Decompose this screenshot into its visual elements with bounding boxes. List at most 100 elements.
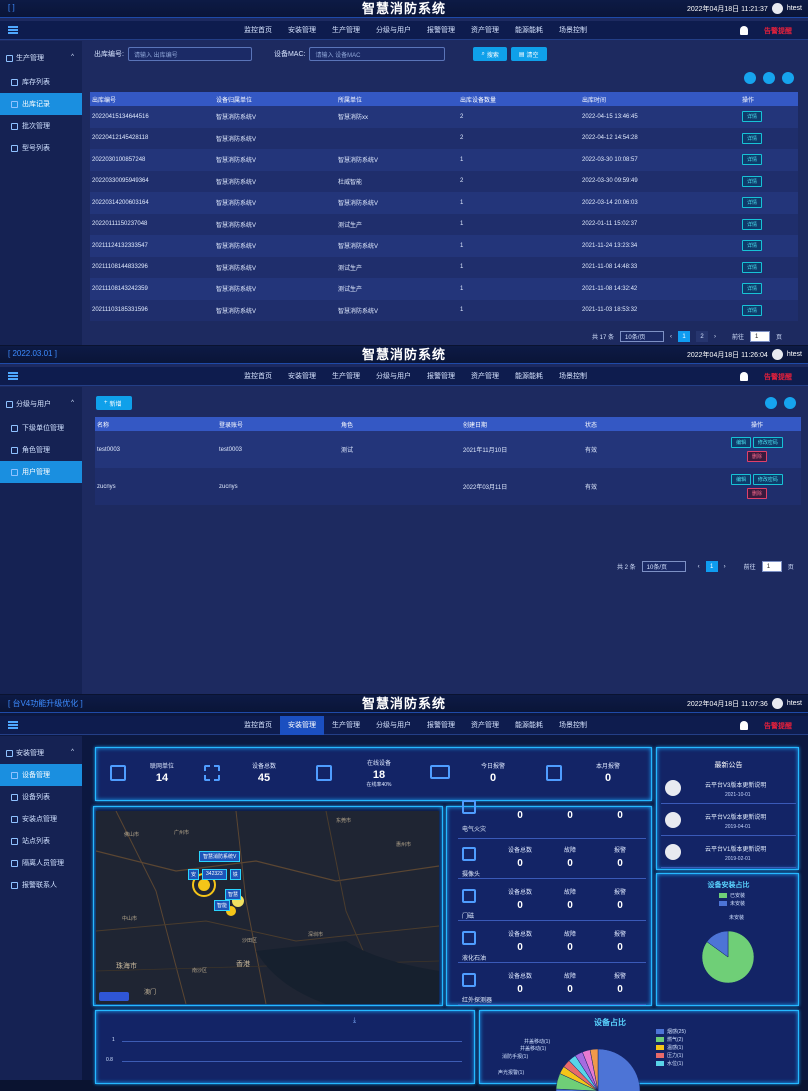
- table-row[interactable]: 20220301008572​48 智慧消防系统V 智慧消防系统V 1 2022-03-…: [90, 149, 798, 171]
- table-row[interactable]: 20220111150237048 智慧消防系统V 测试生产 1 2022-01-11 …: [90, 213, 798, 235]
- map-marker-popup[interactable]: 安 342323 铁: [188, 869, 241, 880]
- download-icon[interactable]: ⤓: [353, 1017, 356, 1025]
- table-row[interactable]: 20220330095949364 智慧消防系统V 杜威智能 2 2022-03-30 …: [90, 170, 798, 192]
- nav-item-active[interactable]: 安装管理: [280, 716, 324, 735]
- outbound-no-input[interactable]: 请输入 出库编号: [127, 47, 252, 61]
- nav-item[interactable]: 生产管理: [324, 367, 368, 386]
- username[interactable]: htest: [787, 351, 802, 358]
- edit-button[interactable]: 编辑: [731, 437, 752, 448]
- username[interactable]: htest: [787, 700, 802, 707]
- avatar[interactable]: [771, 698, 783, 709]
- nav-item[interactable]: 报警管理: [419, 716, 463, 735]
- column-header[interactable]: 操作: [711, 417, 801, 431]
- nav-item[interactable]: 分级与用户: [368, 367, 419, 386]
- table-row[interactable]: zucnys zucnys 2022年03月11日 有效 编辑 修改密码 删除: [95, 468, 801, 505]
- legend-item[interactable]: 温感(1): [656, 1043, 686, 1051]
- sidebar-item-install-point[interactable]: 安装点管理: [0, 808, 82, 830]
- reset-button[interactable]: ▤ 清空: [510, 47, 547, 61]
- column-header[interactable]: 出库编号: [90, 92, 214, 106]
- alarm-reminder[interactable]: 告警提醒: [764, 26, 792, 36]
- column-header[interactable]: 状态: [583, 417, 711, 431]
- sidebar-item-contacts[interactable]: 报警联系人: [0, 874, 82, 896]
- detail-button[interactable]: 详情: [742, 304, 763, 316]
- nav-item[interactable]: 安装管理: [280, 21, 324, 40]
- table-row[interactable]: test0003 test0003 测试 2021年11月10日 有效 编辑 修改密码 删除: [95, 431, 801, 468]
- detail-button[interactable]: 详情: [742, 283, 763, 295]
- nav-item[interactable]: 资产管理: [463, 21, 507, 40]
- sidebar-item-batch[interactable]: 批次管理: [0, 115, 82, 137]
- sidebar-item-roles[interactable]: 角色管理: [0, 439, 82, 461]
- column-header[interactable]: 出库设备数量: [458, 92, 580, 106]
- sidebar-item-isolation[interactable]: 隔离人员管理: [0, 852, 82, 874]
- nav-item[interactable]: 报警管理: [419, 367, 463, 386]
- detail-button[interactable]: 详情: [742, 218, 763, 230]
- sidebar-item-subunits[interactable]: 下级单位管理: [0, 417, 82, 439]
- detail-button[interactable]: 详情: [742, 111, 763, 123]
- prev-page-icon[interactable]: ‹: [670, 334, 672, 340]
- next-page-icon[interactable]: ›: [724, 564, 726, 570]
- sidebar-item-model[interactable]: 型号列表: [0, 137, 82, 159]
- column-header[interactable]: 名称: [95, 417, 217, 431]
- username[interactable]: htest: [787, 5, 802, 12]
- menu-icon[interactable]: [8, 372, 18, 380]
- column-header[interactable]: 出库时间: [580, 92, 740, 106]
- sidebar-item-users[interactable]: 用户管理: [0, 461, 82, 483]
- bell-icon[interactable]: [740, 372, 748, 381]
- detail-button[interactable]: 详情: [742, 240, 763, 252]
- avatar[interactable]: [771, 3, 783, 14]
- edit-button[interactable]: 编辑: [731, 474, 752, 485]
- menu-icon[interactable]: [8, 721, 18, 729]
- nav-item[interactable]: 资产管理: [463, 367, 507, 386]
- bell-icon[interactable]: [740, 26, 748, 35]
- table-row[interactable]: 20220412145428118 智慧消防系统V 2 2022-04-12 14:5…: [90, 127, 798, 149]
- table-row[interactable]: 20211124132333547 智慧消防系统V 智慧消防系统V 1 2021-11-…: [90, 235, 798, 257]
- nav-item[interactable]: 资产管理: [463, 716, 507, 735]
- settings-icon[interactable]: [782, 72, 794, 84]
- legend-item[interactable]: 水位(1): [656, 1059, 686, 1067]
- nav-item[interactable]: 生产管理: [324, 716, 368, 735]
- nav-item[interactable]: 监控首页: [236, 367, 280, 386]
- column-header[interactable]: 登录账号: [217, 417, 339, 431]
- device-type-row[interactable]: 红外探测器 设备总数 0 故障 0 报警 0: [458, 965, 646, 1005]
- map-marker-label[interactable]: 智慧消防系统V: [199, 851, 241, 862]
- device-type-row[interactable]: 液化石油 设备总数 0 故障 0 报警 0: [458, 923, 646, 963]
- menu-icon[interactable]: [8, 26, 18, 34]
- device-type-row[interactable]: 电气火灾 0 0 0: [458, 800, 646, 839]
- table-row[interactable]: 20220415134644516 智慧消防系统V 智慧消防xx 2 2022-04-1…: [90, 106, 798, 128]
- legend-item[interactable]: 未安装: [719, 899, 745, 907]
- nav-item[interactable]: 分级与用户: [368, 716, 419, 735]
- bell-icon[interactable]: [740, 721, 748, 730]
- column-header[interactable]: 创建日期: [461, 417, 583, 431]
- avatar[interactable]: [771, 349, 783, 360]
- nav-item[interactable]: 分级与用户: [368, 21, 419, 40]
- next-page-icon[interactable]: ›: [714, 334, 716, 340]
- device-type-row[interactable]: 摄像头 设备总数 0 故障 0 报警 0: [458, 839, 646, 879]
- refresh-icon[interactable]: [765, 397, 777, 409]
- legend-item[interactable]: 烟感(25): [656, 1027, 686, 1035]
- change-password-button[interactable]: 修改密码: [752, 437, 783, 448]
- notice-item[interactable]: 云平台V1版本更新说明 2019-02-01: [661, 840, 796, 868]
- page-button[interactable]: 1: [705, 561, 718, 572]
- column-header[interactable]: 设备归属单位: [214, 92, 336, 106]
- sidebar-group[interactable]: 安装管理 ^: [0, 744, 82, 762]
- sidebar-item-inventory[interactable]: 库存列表: [0, 71, 82, 93]
- nav-item[interactable]: 场景控制: [551, 716, 595, 735]
- detail-button[interactable]: 详情: [742, 197, 763, 209]
- map[interactable]: 智慧消防系统V 安 342323 铁 智慧 智能 东莞市 广州市 佛山市 中山市…: [95, 810, 440, 1005]
- device-type-row[interactable]: 门磁 设备总数 0 故障 0 报警 0: [458, 881, 646, 921]
- detail-button[interactable]: 详情: [742, 154, 763, 166]
- export-icon[interactable]: [763, 72, 775, 84]
- map-marker-label[interactable]: 智能: [214, 900, 231, 911]
- notice-item[interactable]: 云平台V2版本更新说明 2019-04-01: [661, 808, 796, 836]
- map-marker-label[interactable]: 智慧: [225, 889, 242, 900]
- table-row[interactable]: 20211103185331596 智慧消防系统V 智慧消防系统V 1 2021-11-…: [90, 299, 798, 321]
- nav-item[interactable]: 报警管理: [419, 21, 463, 40]
- delete-button[interactable]: 删除: [746, 488, 767, 499]
- page-size-select[interactable]: 10条/页: [620, 331, 665, 342]
- legend-item[interactable]: 燃气(2): [656, 1035, 686, 1043]
- page-button[interactable]: 1: [678, 331, 691, 342]
- nav-item[interactable]: 安装管理: [280, 367, 324, 386]
- sidebar-item-device-list[interactable]: 设备列表: [0, 786, 82, 808]
- detail-button[interactable]: 详情: [742, 175, 763, 187]
- column-header[interactable]: 操作: [740, 92, 798, 106]
